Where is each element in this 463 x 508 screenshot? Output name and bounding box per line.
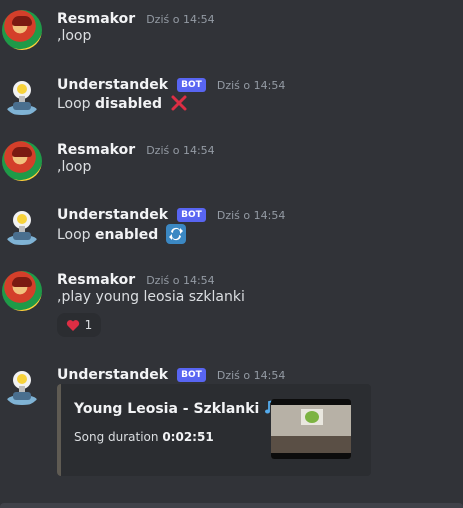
bot-avatar[interactable]: [2, 76, 42, 116]
author-name[interactable]: Resmakor: [57, 11, 135, 27]
message-header: Resmakor Dziś o 14:54: [57, 269, 215, 288]
message-text: Loop disabled: [57, 94, 188, 112]
reaction-count: 1: [84, 318, 93, 332]
message-header: Understandek BOT Dziś o 14:54: [57, 74, 285, 93]
message-text: ,loop: [57, 159, 92, 175]
text-prefix: Loop: [57, 227, 91, 243]
message-input-edge: [0, 503, 463, 508]
robot-icon: [7, 211, 37, 245]
bot-badge: BOT: [177, 208, 206, 222]
timestamp: Dziś o 14:54: [216, 209, 286, 222]
message-text: ,play young leosia szklanki: [57, 289, 245, 305]
author-name[interactable]: Resmakor: [57, 272, 135, 288]
bot-badge: BOT: [177, 368, 206, 382]
bot-badge: BOT: [177, 78, 206, 92]
repeat-icon: [165, 224, 186, 244]
bot-avatar[interactable]: [2, 206, 42, 246]
bot-avatar[interactable]: [2, 366, 42, 406]
song-duration: Song duration 0:02:51: [74, 430, 214, 444]
song-embed: Young Leosia - Szklanki Song duration 0:…: [57, 384, 371, 476]
message-header: Understandek BOT Dziś o 14:54: [57, 204, 285, 223]
timestamp: Dziś o 14:54: [216, 79, 286, 92]
heart-icon: [66, 319, 79, 331]
avatar[interactable]: [2, 10, 42, 50]
message-header: Resmakor Dziś o 14:54: [57, 8, 215, 27]
robot-icon: [7, 81, 37, 115]
message-header: Resmakor Dziś o 14:54: [57, 139, 215, 158]
timestamp: Dziś o 14:54: [216, 369, 286, 382]
message-header: Understandek BOT Dziś o 14:54: [57, 364, 285, 383]
text-bold: enabled: [95, 227, 159, 243]
timestamp: Dziś o 14:54: [146, 144, 215, 157]
duration-value: 0:02:51: [162, 430, 214, 444]
cross-mark-icon: [171, 95, 187, 111]
timestamp: Dziś o 14:54: [146, 13, 215, 26]
message-text: Loop enabled: [57, 224, 186, 244]
song-thumbnail[interactable]: [271, 399, 351, 459]
song-title: Young Leosia - Szklanki: [74, 401, 260, 417]
text-prefix: Loop: [57, 96, 91, 112]
robot-icon: [7, 371, 37, 405]
message-text: ,loop: [57, 28, 92, 44]
timestamp: Dziś o 14:54: [146, 274, 215, 287]
avatar[interactable]: [2, 271, 42, 311]
text-bold: disabled: [95, 96, 162, 112]
author-name[interactable]: Resmakor: [57, 142, 135, 158]
author-name[interactable]: Understandek: [57, 207, 168, 223]
duration-label: Song duration: [74, 430, 159, 444]
author-name[interactable]: Understandek: [57, 77, 168, 93]
author-name[interactable]: Understandek: [57, 367, 168, 383]
avatar[interactable]: [2, 141, 42, 181]
embed-title: Young Leosia - Szklanki: [74, 398, 280, 417]
reaction-heart[interactable]: 1: [57, 313, 101, 337]
